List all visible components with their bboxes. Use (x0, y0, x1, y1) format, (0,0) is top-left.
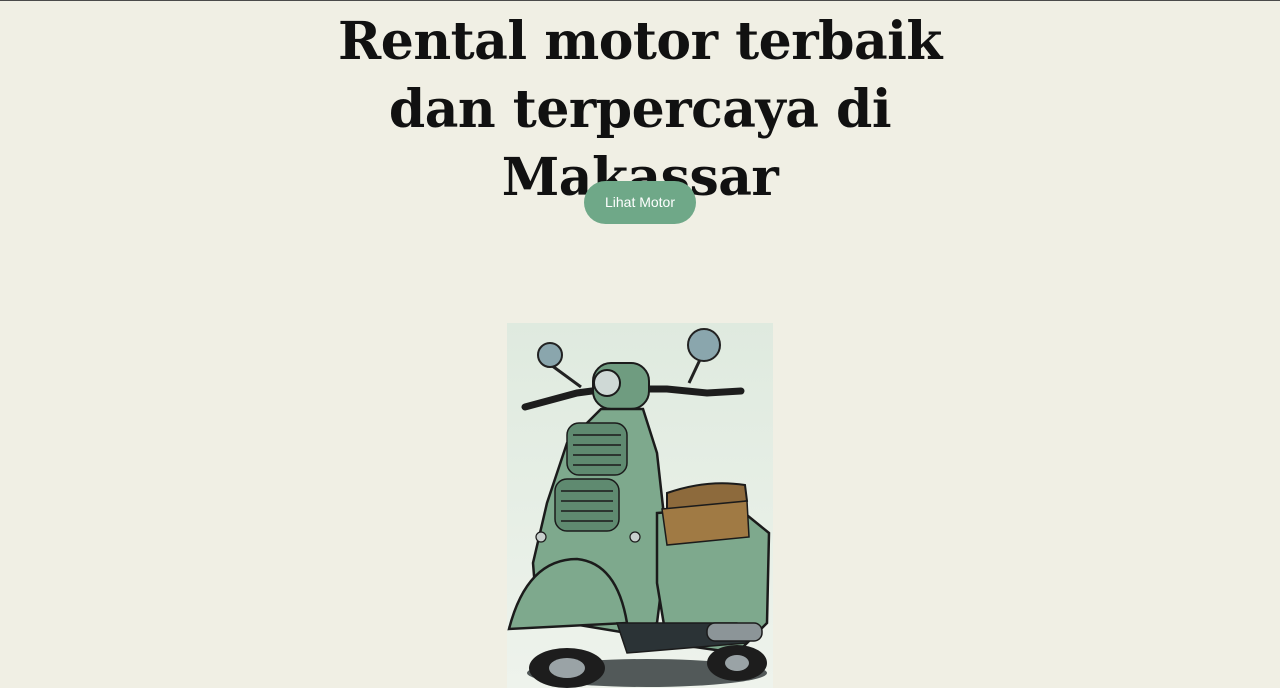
top-border-line (0, 0, 1280, 1)
lihat-motor-button[interactable]: Lihat Motor (584, 181, 696, 224)
scooter-image (507, 323, 773, 688)
scooter-illustration (507, 323, 773, 688)
